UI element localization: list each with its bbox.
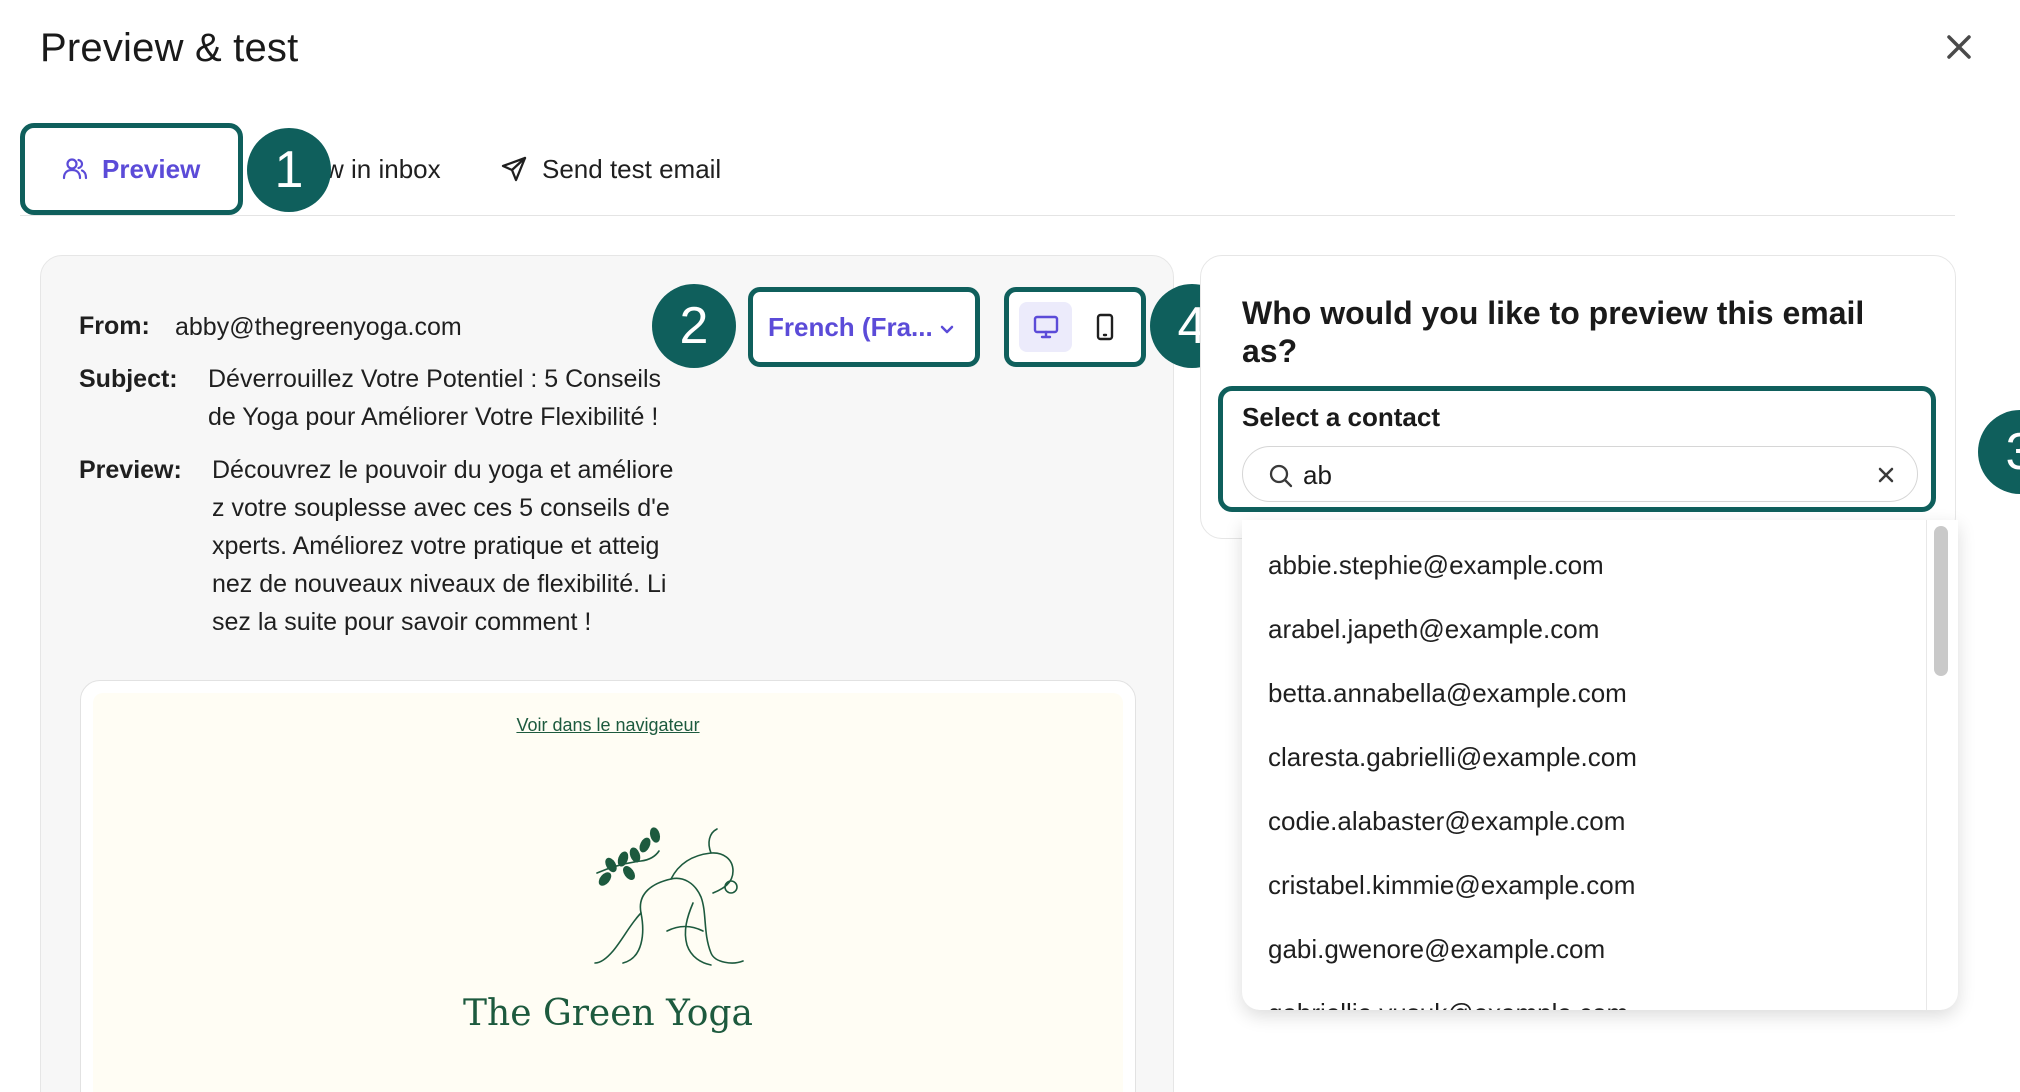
page-title: Preview & test [40,26,299,70]
preview-line-1: Découvrez le pouvoir du yoga et améliore [212,456,674,484]
close-icon [1947,35,1971,59]
contact-option[interactable]: gabriellie.yusuk@example.com [1268,998,1628,1010]
step-badge-1: 1 [247,128,331,212]
device-toggle [1004,287,1146,367]
subject-label: Subject: [79,365,178,393]
preview-line-5: sez la suite pour savoir comment ! [212,608,592,636]
select-contact-label: Select a contact [1242,402,1440,432]
tab-view-in-inbox-label: w in inbox [325,153,441,184]
close-button[interactable] [1942,30,1976,64]
mobile-icon [1096,313,1113,341]
preview-label: Preview: [79,456,182,484]
subject-line-2: de Yoga pour Améliorer Votre Flexibilité… [208,403,659,431]
contact-option[interactable]: claresta.gabrielli@example.com [1268,742,1637,773]
users-icon [62,158,88,180]
language-select-value: French (Fra... [768,311,933,342]
tab-view-in-inbox[interactable]: w in inbox [325,122,441,216]
chevron-down-icon [940,325,954,334]
contact-option[interactable]: gabi.gwenore@example.com [1268,934,1605,965]
step-badge-2: 2 [652,284,736,368]
language-select[interactable]: French (Fra... [748,287,980,367]
contact-option[interactable]: betta.annabella@example.com [1268,678,1627,709]
contact-search-box [1242,446,1918,502]
preview-line-3: xperts. Améliorez votre pratique et atte… [212,532,660,560]
from-label: From: [79,312,150,340]
send-icon [501,156,527,182]
subject-line-1: Déverrouillez Votre Potentiel : 5 Consei… [208,365,662,393]
dropdown-scrollbar-thumb[interactable] [1934,526,1948,676]
mobile-view-button[interactable] [1078,302,1131,352]
tab-send-test-email-label: Send test email [542,153,722,184]
view-in-browser-link[interactable]: Voir dans le navigateur [93,715,1123,736]
search-icon [1269,464,1293,488]
contact-option[interactable]: abbie.stephie@example.com [1268,550,1604,581]
contact-option[interactable]: codie.alabaster@example.com [1268,806,1625,837]
preview-line-4: nez de nouveaux niveaux de flexibilité. … [212,570,667,598]
email-body-frame: Voir dans le navigateur The Green Yoga [80,680,1136,1092]
contact-option[interactable]: cristabel.kimmie@example.com [1268,870,1635,901]
tab-preview-label: Preview [102,153,201,184]
contact-option[interactable]: arabel.japeth@example.com [1268,614,1599,645]
email-body: Voir dans le navigateur The Green Yoga [93,693,1123,1092]
desktop-view-button[interactable] [1019,302,1072,352]
contact-search-input[interactable] [1303,457,1863,493]
tab-preview[interactable]: Preview [62,122,200,216]
preview-line-2: z votre souplesse avec ces 5 conseils d'… [212,494,670,522]
contact-question: Who would you like to preview this email… [1242,295,1865,369]
yoga-logo-icon [594,827,744,966]
brand-name: The Green Yoga [463,993,753,1034]
clear-search-icon[interactable] [1875,464,1897,486]
from-value: abby@thegreenyoga.com [175,313,462,341]
contact-dropdown-list: abbie.stephie@example.com arabel.japeth@… [1242,520,1958,1010]
step-badge-3: 3 [1978,410,2020,494]
desktop-icon [1033,315,1058,339]
tab-send-test-email[interactable]: Send test email [500,122,721,216]
